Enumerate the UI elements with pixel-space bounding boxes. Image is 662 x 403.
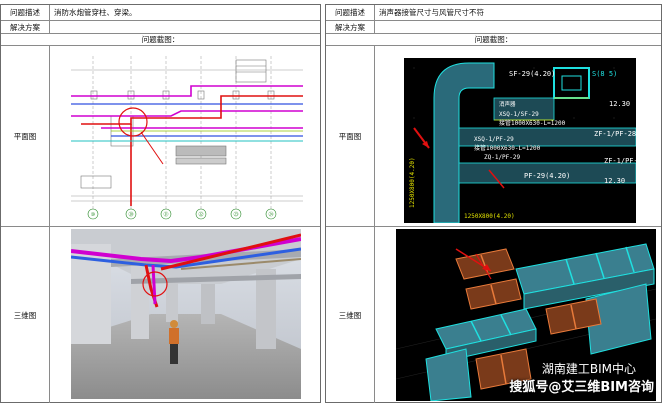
left-solution-row: 解决方案 <box>1 21 320 34</box>
cad-text: 1250X800(4.20) <box>409 157 416 208</box>
cad-text: XSQ-1/SF-29 <box>499 111 539 118</box>
left-problem-row: 问题描述 消防水炮管穿柱、穿梁。 <box>1 5 320 21</box>
right-problem-text: 消声器接管尺寸与风管尺寸不符 <box>379 8 484 17</box>
cad-text: S(8 5) <box>592 70 617 78</box>
left-3d-row: 三维图 <box>1 227 320 403</box>
left-screenshot-header-row: 问题截图： <box>1 34 320 46</box>
cad-text: 接管1000X630-L=1200 <box>499 119 566 127</box>
cad-text: 1250X800(4.20) <box>464 213 515 220</box>
corridor-3d-svg <box>71 229 301 399</box>
right-solution-text <box>375 21 661 33</box>
left-table: 问题描述 消防水炮管穿柱、穿梁。 解决方案 问题截图： 平面图 ⑩ ⑳ ㉑ ㉒ … <box>0 4 321 403</box>
cad-text: 接管1000X630-L=1200 <box>474 144 541 152</box>
right-screenshot-header: 问题截图： <box>474 35 513 44</box>
right-solution-row: 解决方案 <box>326 21 661 34</box>
cad-text: 12.30 <box>609 100 630 108</box>
left-plan-drawing: ⑩ ⑳ ㉑ ㉒ ㉓ ㉔ <box>71 56 303 221</box>
fire-pipe-plan-svg: ⑩ ⑳ ㉑ ㉒ ㉓ ㉔ <box>71 56 303 220</box>
left-screenshot-header: 问题截图： <box>141 35 180 44</box>
grid-label: ㉔ <box>268 211 273 218</box>
cad-text: SF-29(4.20) <box>509 70 555 78</box>
right-plan-row: 平面图 SF-29(4.20) S(8 5) 消声器 XSQ-1/SF-29 接… <box>326 46 661 227</box>
left-solution-text <box>50 21 320 33</box>
right-problem-label: 问题描述 <box>335 8 365 17</box>
right-problem-row: 问题描述 消声器接管尺寸与风管尺寸不符 <box>326 5 661 21</box>
left-solution-label: 解决方案 <box>10 22 40 32</box>
left-plan-label: 平面图 <box>13 131 37 141</box>
cad-text: ZF-1/PF-28 <box>594 130 636 138</box>
left-plan-row: 平面图 ⑩ ⑳ ㉑ ㉒ ㉓ ㉔ <box>1 46 320 227</box>
duct-plan-svg: SF-29(4.20) S(8 5) 消声器 XSQ-1/SF-29 接管100… <box>409 62 636 223</box>
right-solution-label: 解决方案 <box>335 22 365 32</box>
cad-text: ZF-1/PF- <box>604 157 636 165</box>
right-plan-label: 平面图 <box>338 131 362 141</box>
grid-label: ⑩ <box>91 212 96 218</box>
right-table: 问题描述 消声器接管尺寸与风管尺寸不符 解决方案 问题截图： 平面图 SF-29… <box>325 4 662 403</box>
cad-text: 12.30 <box>604 177 625 185</box>
grid-label: ㉑ <box>163 211 168 218</box>
grid-label: ㉓ <box>233 211 238 218</box>
right-3d-label: 三维图 <box>338 311 362 320</box>
cad-text: 消声器 <box>499 100 516 108</box>
watermark-center: 湖南建工BIM中心 <box>541 362 636 376</box>
left-3d-render <box>71 229 301 399</box>
left-3d-label: 三维图 <box>13 311 37 320</box>
cad-text: XSQ-1/PF-29 <box>474 136 514 143</box>
cad-text: ZQ-1/PF-29 <box>484 154 521 161</box>
right-plan-cad: SF-29(4.20) S(8 5) 消声器 XSQ-1/SF-29 接管100… <box>404 58 636 223</box>
right-screenshot-header-row: 问题截图： <box>326 34 661 46</box>
grid-label: ⑳ <box>128 211 133 218</box>
grid-label: ㉒ <box>198 211 203 218</box>
left-problem-label: 问题描述 <box>10 8 40 17</box>
cad-text: PF-29(4.20) <box>524 172 570 180</box>
left-problem-text: 消防水炮管穿柱、穿梁。 <box>54 8 137 17</box>
watermark-sohu: 搜狐号@艾三维BIM咨询 <box>509 380 654 395</box>
